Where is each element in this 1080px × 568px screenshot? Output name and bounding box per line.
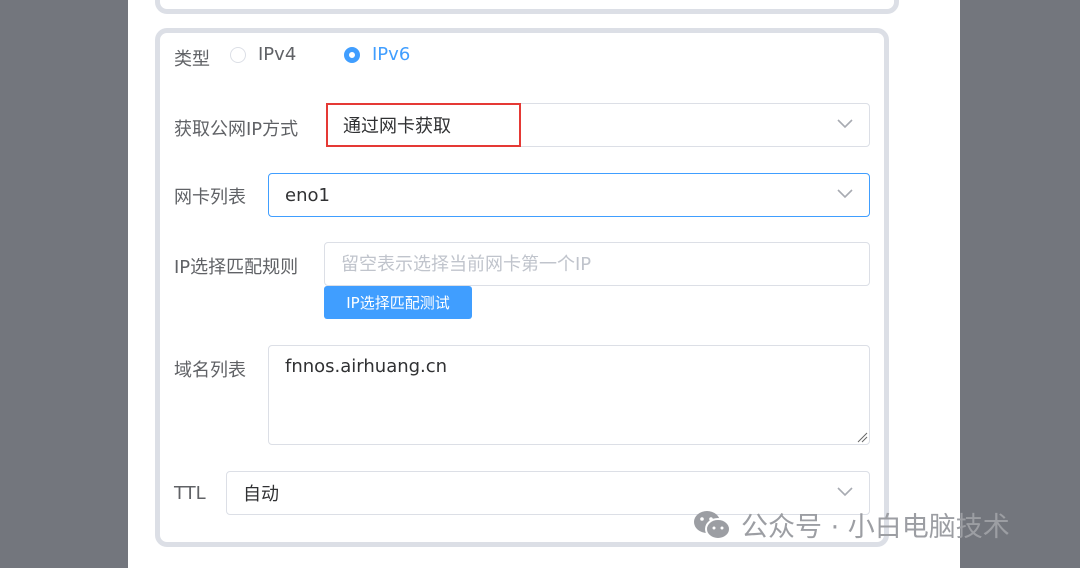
chevron-down-icon [837,487,853,497]
ip-rule-label: IP选择匹配规则 [174,257,299,278]
domains-textarea[interactable]: fnnos.airhuang.cn [268,345,870,445]
method-label: 获取公网IP方式 [174,119,299,140]
wechat-icon [694,510,731,540]
type-label: 类型 [174,49,210,70]
nic-select[interactable]: eno1 [268,173,870,217]
ip-rule-input[interactable] [324,242,870,286]
resize-grip-icon[interactable] [856,431,868,443]
watermark: 公众号 · 小白电脑技术 [693,505,1010,544]
chevron-down-icon [837,119,853,129]
ttl-select-value: 自动 [243,484,279,505]
radio-ipv6-dot[interactable] [344,46,360,63]
nic-label: 网卡列表 [174,187,246,208]
method-select-value: 通过网卡获取 [343,116,451,137]
radio-ipv4-dot[interactable] [230,46,246,63]
watermark-text: 公众号 · 小白电脑技术 [741,512,1010,543]
ttl-label: TTL [174,483,206,504]
radio-ipv4[interactable]: IPv4 [230,44,296,65]
radio-ipv6[interactable]: IPv6 [344,44,410,65]
previous-card [155,0,899,14]
method-select[interactable]: 通过网卡获取 [326,103,870,147]
ip-rule-test-button[interactable]: IP选择匹配测试 [324,286,472,319]
chevron-down-icon [837,189,853,199]
domains-label: 域名列表 [174,360,246,381]
radio-ipv6-label: IPv6 [372,44,411,65]
radio-ipv4-label: IPv4 [258,44,297,65]
nic-select-value: eno1 [285,184,330,206]
